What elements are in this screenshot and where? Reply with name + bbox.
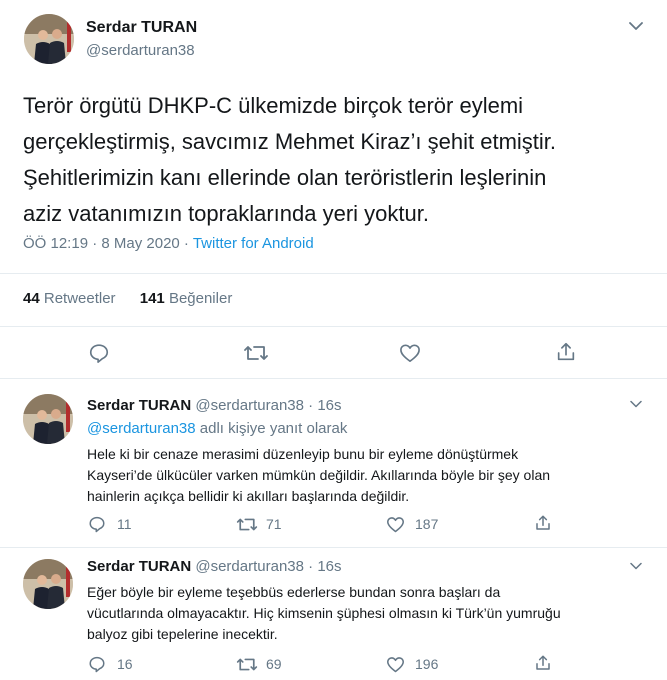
reply-text-line: balyoz gibi tepelerine inecektir. [87,626,278,642]
divider [0,547,667,548]
tweet-text-line: gerçekleştirmiş, savcımız Mehmet Kiraz’ı… [23,129,557,154]
author-handle[interactable]: @serdarturan38 [195,558,304,575]
heart-icon[interactable] [386,656,405,673]
reply-time[interactable]: · 16s [308,558,341,575]
share-icon[interactable] [534,654,552,672]
reply-text-line: hainlerin açıkça bellidir ki akılları ba… [87,488,410,504]
reply-count: 16 [117,656,133,672]
author-name[interactable]: Serdar TURAN [87,397,191,414]
retweet-icon[interactable] [243,343,269,363]
likes-label: Beğeniler [168,290,233,307]
chevron-down-icon[interactable] [629,399,643,409]
author-name[interactable]: Serdar TURAN [86,19,197,37]
like-count: 196 [415,656,439,672]
replying-to: @serdarturan38 adlı kişiye yanıt olarak [87,420,347,437]
author-name[interactable]: Serdar TURAN [87,558,191,575]
reply-icon[interactable] [88,515,106,533]
retweet-count: 71 [266,516,282,532]
replying-suffix: adlı kişiye yanıt olarak [195,420,348,437]
like-count: 187 [415,516,439,532]
reply-text: Hele ki bir cenaze merasimi düzenleyip b… [87,444,550,507]
reply-text: Eğer böyle bir eyleme teşebbüs ederlerse… [87,582,561,645]
retweets-label: Retweetler [43,290,116,307]
reply-text-line: Hele ki bir cenaze merasimi düzenleyip b… [87,446,519,462]
reply-text-line: vücutlarında olmayacaktır. Hiç kimsenin … [87,605,561,621]
avatar[interactable] [23,559,73,609]
reply-count: 11 [117,516,132,532]
likes-count: 141 [139,290,165,307]
divider [0,378,667,379]
timestamp[interactable]: ÖÖ 12:19 · 8 May 2020 · [23,235,193,252]
chevron-down-icon[interactable] [629,561,643,571]
share-icon[interactable] [534,514,552,532]
divider [0,273,667,274]
tweet-text-line: aziz vatanımızın topraklarında yeri yokt… [23,201,429,226]
retweet-icon[interactable] [236,656,258,673]
reply-text-line: Eğer böyle bir eyleme teşebbüs ederlerse… [87,584,501,600]
heart-icon[interactable] [386,516,405,533]
chevron-down-icon[interactable] [628,20,644,32]
reply-header: Serdar TURAN @serdarturan38 · 16s [87,397,342,414]
tweet-meta: ÖÖ 12:19 · 8 May 2020 · Twitter for Andr… [23,235,314,252]
retweets-stat[interactable]: 44 Retweetler [23,290,116,307]
reply-time[interactable]: · 16s [308,397,341,414]
tweet-text-line: Terör örgütü DHKP-C ülkemizde birçok ter… [23,93,524,118]
divider [0,326,667,327]
retweet-count: 69 [266,656,282,672]
retweet-icon[interactable] [236,516,258,533]
author-handle[interactable]: @serdarturan38 [195,397,304,414]
avatar[interactable] [23,394,73,444]
heart-icon[interactable] [399,343,421,363]
source-link[interactable]: Twitter for Android [193,235,314,252]
author-handle[interactable]: @serdarturan38 [86,42,195,59]
likes-stat[interactable]: 141 Beğeniler [140,290,233,307]
retweets-count: 44 [23,290,40,307]
tweet-stats: 44 Retweetler 141 Beğeniler [23,290,232,307]
avatar[interactable] [24,14,74,64]
reply-header: Serdar TURAN @serdarturan38 · 16s [87,558,342,575]
reply-icon[interactable] [88,342,110,364]
share-icon[interactable] [555,341,577,363]
replying-handle[interactable]: @serdarturan38 [87,420,196,437]
reply-icon[interactable] [88,655,106,673]
tweet-text: Terör örgütü DHKP-C ülkemizde birçok ter… [23,88,556,232]
tweet-text-line: Şehitlerimizin kanı ellerinde olan terör… [23,165,547,190]
reply-text-line: Kayseri’de ülkücüler varken mümkün değil… [87,467,551,483]
